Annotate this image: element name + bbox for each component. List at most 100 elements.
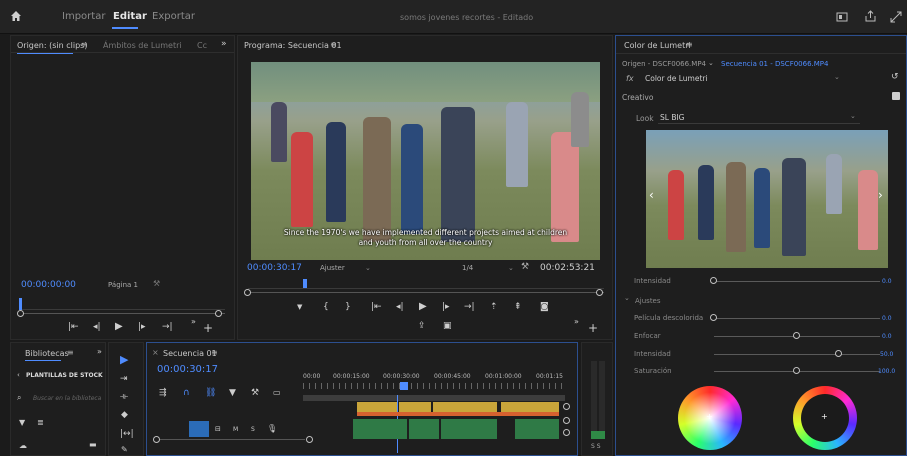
video-clip[interactable] bbox=[501, 402, 559, 412]
add-button-icon[interactable]: + bbox=[588, 321, 598, 335]
faded-film-knob[interactable] bbox=[710, 314, 717, 321]
audio-clip[interactable] bbox=[515, 419, 559, 439]
shadow-tint-wheel[interactable]: + bbox=[678, 386, 742, 450]
chevron-down-icon[interactable]: ⌄ bbox=[624, 294, 630, 302]
extract-icon[interactable]: ⇞ bbox=[514, 302, 522, 312]
track-sync-icon[interactable]: ⊟ bbox=[215, 425, 221, 433]
video-clip[interactable] bbox=[433, 402, 497, 412]
video-clip[interactable] bbox=[399, 402, 431, 412]
program-ruler[interactable] bbox=[248, 279, 604, 289]
captions-icon[interactable]: ▭ bbox=[273, 388, 281, 397]
camera-icon[interactable]: ◙ bbox=[540, 302, 549, 312]
go-to-in-icon[interactable]: |⇤ bbox=[371, 302, 382, 312]
program-video[interactable]: Since the 1970's we have implemented dif… bbox=[251, 62, 600, 260]
timeline-scroll-handle[interactable] bbox=[563, 417, 570, 424]
overwrite-icon[interactable]: ▣ bbox=[443, 321, 452, 331]
vibrance-value[interactable]: 50.0 bbox=[880, 351, 893, 358]
mark-in-icon[interactable]: |⇤ bbox=[68, 322, 79, 332]
sharpen-knob[interactable] bbox=[793, 332, 800, 339]
snap-icon[interactable]: ∩ bbox=[183, 388, 190, 398]
reset-icon[interactable]: ↺ bbox=[891, 72, 899, 82]
folder-icon[interactable]: ▬ bbox=[89, 440, 97, 449]
chevron-left-icon[interactable]: ‹ bbox=[649, 188, 654, 202]
share-icon[interactable] bbox=[864, 10, 877, 23]
sort-icon[interactable]: ≣ bbox=[37, 418, 44, 427]
track-target-v1[interactable] bbox=[189, 421, 209, 437]
playhead[interactable] bbox=[400, 382, 408, 390]
resolution-dropdown[interactable]: 1/4 bbox=[462, 264, 473, 272]
home-icon[interactable] bbox=[10, 10, 22, 22]
audio-clip[interactable] bbox=[409, 419, 439, 439]
add-button-icon[interactable]: + bbox=[203, 321, 213, 335]
vibrance-slider[interactable] bbox=[714, 354, 880, 355]
mic-icon[interactable]: 🎙 bbox=[267, 424, 277, 433]
source-ruler[interactable] bbox=[19, 298, 225, 310]
track-zoom-handle-left[interactable] bbox=[153, 436, 160, 443]
track-zoom-handle-right[interactable] bbox=[306, 436, 313, 443]
source-timecode[interactable]: 00:00:00:00 bbox=[21, 280, 76, 290]
play-icon[interactable]: ▶ bbox=[115, 321, 123, 332]
panel-menu-icon[interactable]: ≡ bbox=[81, 40, 88, 49]
lift-icon[interactable]: ⇡ bbox=[490, 302, 498, 312]
faded-film-slider[interactable] bbox=[714, 318, 880, 319]
go-to-out-icon[interactable]: →| bbox=[162, 322, 173, 332]
chevron-double-right-icon[interactable]: » bbox=[97, 347, 102, 356]
effect-name[interactable]: Color de Lumetri bbox=[645, 74, 708, 83]
chevron-right-icon[interactable]: › bbox=[878, 188, 883, 202]
mark-out-icon[interactable]: } bbox=[345, 302, 351, 312]
go-to-out-icon[interactable]: →| bbox=[464, 302, 475, 312]
panel-menu-icon[interactable]: ≡ bbox=[330, 40, 337, 49]
pen-icon[interactable]: ✎ bbox=[121, 445, 128, 454]
library-search-input[interactable]: Buscar en la biblioteca bbox=[33, 395, 101, 402]
step-back-icon[interactable]: ◂| bbox=[93, 322, 101, 332]
source-tab[interactable]: Origen: (sin clips) bbox=[17, 41, 87, 50]
timeline-ruler[interactable]: 00:00 00:00:15:00 00:00:30:00 00:00:45:0… bbox=[303, 371, 565, 395]
faded-film-value[interactable]: 0.0 bbox=[882, 315, 892, 322]
tab-edit[interactable]: Editar bbox=[113, 11, 147, 22]
video-clip[interactable] bbox=[357, 402, 397, 412]
more-controls-icon[interactable]: » bbox=[191, 317, 196, 326]
filter-icon[interactable]: ▼ bbox=[19, 418, 25, 427]
marker-icon[interactable]: ▼ bbox=[297, 303, 302, 311]
source-zoom-handle-left[interactable] bbox=[17, 310, 24, 317]
play-icon[interactable]: ▶ bbox=[419, 301, 427, 312]
chevron-left-icon[interactable]: ‹ bbox=[17, 371, 20, 379]
program-zoom-handle-right[interactable] bbox=[596, 289, 603, 296]
vibrance-knob[interactable] bbox=[835, 350, 842, 357]
intensity-value[interactable]: 0.0 bbox=[882, 278, 892, 285]
marker-icon[interactable]: ▼ bbox=[229, 388, 236, 398]
tab-import[interactable]: Importar bbox=[62, 11, 105, 22]
section-creative[interactable]: Creativo bbox=[622, 93, 653, 102]
saturation-value[interactable]: 100.0 bbox=[878, 368, 895, 375]
chevron-down-icon[interactable]: ⌄ bbox=[508, 264, 514, 272]
chevron-down-icon[interactable]: ⌄ bbox=[708, 59, 714, 67]
panel-menu-icon[interactable]: ≡ bbox=[67, 348, 74, 357]
chevron-double-right-icon[interactable]: » bbox=[221, 39, 227, 49]
sharpen-value[interactable]: 0.0 bbox=[882, 333, 892, 340]
libraries-title[interactable]: Bibliotecas bbox=[25, 349, 69, 358]
breadcrumb-sequence[interactable]: Secuencia 01 - DSCF0066.MP4 bbox=[721, 60, 828, 68]
page-selector[interactable]: Página 1 bbox=[108, 281, 138, 289]
creative-intensity-slider[interactable] bbox=[714, 281, 880, 282]
linked-selection-icon[interactable]: ⛓ bbox=[205, 388, 216, 398]
wrench-icon[interactable]: ⚒ bbox=[153, 279, 160, 288]
audio-clip[interactable] bbox=[441, 419, 497, 439]
saturation-knob[interactable] bbox=[793, 367, 800, 374]
tab-export[interactable]: Exportar bbox=[152, 11, 195, 22]
timeline-scroll-handle[interactable] bbox=[563, 403, 570, 410]
program-title[interactable]: Programa: Secuencia 01 bbox=[244, 41, 342, 50]
creative-intensity-knob[interactable] bbox=[710, 277, 717, 284]
cloud-icon[interactable]: ☁ bbox=[19, 441, 27, 450]
step-back-icon[interactable]: ◂| bbox=[396, 302, 404, 312]
program-timecode[interactable]: 00:00:30:17 bbox=[247, 263, 302, 273]
mute-icon[interactable]: M bbox=[233, 426, 238, 433]
more-controls-icon[interactable]: » bbox=[574, 317, 579, 326]
solo-icon[interactable]: S bbox=[251, 426, 255, 433]
nest-icon[interactable]: ⇶ bbox=[159, 388, 167, 398]
audio-clip[interactable] bbox=[353, 419, 407, 439]
timeline-timecode[interactable]: 00:00:30:17 bbox=[157, 364, 218, 375]
mark-in-icon[interactable]: { bbox=[323, 302, 329, 312]
lumetri-title[interactable]: Color de Lumetri bbox=[624, 41, 691, 50]
timeline-scroll-handle[interactable] bbox=[563, 429, 570, 436]
panel-menu-icon[interactable]: ≡ bbox=[686, 40, 693, 49]
